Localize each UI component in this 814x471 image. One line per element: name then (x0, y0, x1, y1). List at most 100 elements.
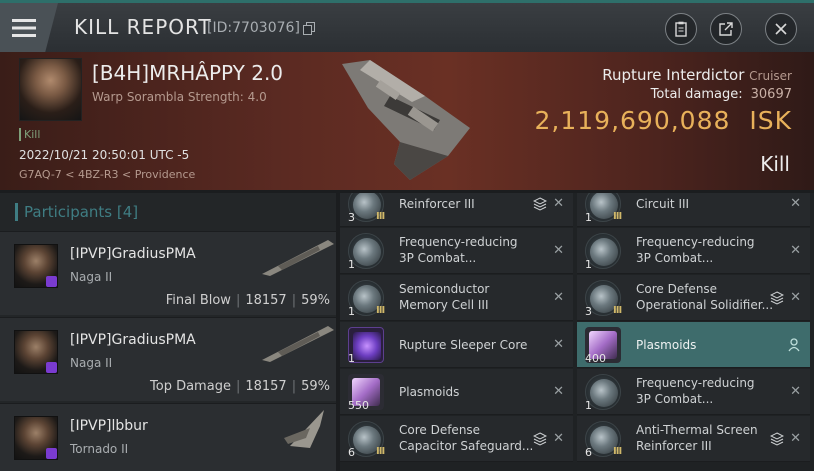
copy-icon[interactable] (303, 22, 315, 35)
remove-icon[interactable]: ✕ (790, 431, 801, 446)
participant-name: [IPVP]lbbur (70, 418, 148, 434)
clipboard-button[interactable] (665, 13, 697, 45)
victim-ship[interactable]: Rupture Interdictor Cruiser (602, 66, 792, 84)
kill-datetime: 2022/10/21 20:50:01 UTC -5 (19, 148, 190, 162)
remove-icon[interactable]: ✕ (553, 431, 564, 446)
isk-unit: ISK (749, 106, 792, 135)
participant-stats: Top Damage | 18157 | 59% (150, 379, 330, 394)
item-name: Semiconductor Memory Cell III (399, 282, 490, 312)
item-name: Core Defense Capacitor Safeguard... (399, 423, 534, 453)
item-meta-level: III (376, 446, 385, 457)
participant-percent: 59% (301, 293, 330, 308)
item-row[interactable]: 1 III Circuit III ✕ (577, 193, 810, 227)
item-name: Frequency-reducing 3P Combat... (636, 235, 755, 265)
item-name: Circuit III (636, 197, 690, 211)
page-title: KILL REPORT (74, 15, 212, 39)
item-name: Anti-Thermal Screen Reinforcer III (636, 423, 758, 453)
stack-icon (770, 291, 784, 305)
ship-image (342, 60, 470, 180)
item-quantity: 1 (348, 305, 355, 318)
item-row[interactable]: 6 III Core Defense Capacitor Safeguard...… (340, 416, 573, 462)
victim-ship-class: Cruiser (749, 69, 792, 83)
participant-damage: 18157 (245, 293, 287, 308)
participant-percent: 59% (301, 379, 330, 394)
item-quantity: 6 (348, 446, 355, 459)
participant-ship-image (284, 410, 324, 448)
item-name: Frequency-reducing 3P Combat... (399, 235, 518, 265)
participant-name: [IPVP]GradiusPMA (70, 332, 196, 348)
item-quantity: 3 (585, 305, 592, 318)
item-quantity: 1 (585, 258, 592, 271)
participant-row[interactable]: [IPVP]GradiusPMA Naga II Final Blow | 1815… (0, 231, 336, 315)
participant-stats: Final Blow | 18157 | 59% (165, 293, 330, 308)
victim-banner: [B4H]MRHÂPPY 2.0 Warp Sorambla Strength:… (0, 52, 814, 190)
participant-ship: Naga II (70, 356, 113, 370)
total-damage-value: 30697 (750, 87, 792, 102)
item-quantity: 1 (585, 399, 592, 412)
alliance-badge-icon (46, 276, 57, 287)
victim-pilot-name[interactable]: [B4H]MRHÂPPY 2.0 (92, 61, 283, 85)
remove-icon[interactable]: ✕ (790, 290, 801, 305)
remove-icon[interactable]: ✕ (553, 290, 564, 305)
share-icon (719, 22, 733, 36)
item-quantity: 6 (585, 446, 592, 459)
remove-icon[interactable]: ✕ (790, 384, 801, 399)
item-meta-level: III (613, 211, 622, 222)
stack-icon (533, 197, 547, 211)
remove-icon[interactable]: ✕ (553, 337, 564, 352)
item-row[interactable]: 3 III Reinforcer III ✕ (340, 193, 573, 227)
participant-ship: Naga II (70, 270, 113, 284)
item-name: Plasmoids (399, 385, 460, 399)
warp-scramble-strength: Warp Sorambla Strength: 4.0 (92, 90, 267, 104)
close-button[interactable] (765, 13, 797, 45)
remove-icon[interactable]: ✕ (790, 243, 801, 258)
participants-header[interactable]: Participants [4] (15, 203, 138, 221)
item-row[interactable]: 1 Frequency-reducing 3P Combat... ✕ (577, 369, 810, 415)
alliance-badge-icon (46, 448, 57, 459)
share-button[interactable] (710, 13, 742, 45)
item-row[interactable]: 1 Frequency-reducing 3P Combat... ✕ (340, 228, 573, 274)
participant-role: Final Blow (165, 293, 231, 308)
kill-location[interactable]: G7AQ-7 < 4BZ-R3 < Providence (19, 168, 195, 181)
remove-icon[interactable]: ✕ (553, 384, 564, 399)
remove-icon[interactable]: ✕ (790, 196, 801, 211)
isk-amount: 2,119,690,088 (534, 106, 731, 135)
item-row[interactable]: 1 Frequency-reducing 3P Combat... ✕ (577, 228, 810, 274)
hamburger-icon (12, 18, 36, 37)
item-meta-level: III (613, 446, 622, 457)
participant-row[interactable]: [IPVP]GradiusPMA Naga II Top Damage | 1815… (0, 317, 336, 401)
item-row[interactable]: 550 Plasmoids ✕ (340, 369, 573, 415)
item-name: Plasmoids (636, 338, 697, 352)
item-row[interactable]: 3 III Core Defense Operational Solidifier… (577, 275, 810, 321)
close-icon (775, 23, 787, 35)
victim-ship-name: Rupture Interdictor (602, 66, 745, 84)
participant-row[interactable]: [IPVP]lbbur Tornado II (0, 403, 336, 471)
item-row[interactable]: 1 III Semiconductor Memory Cell III ✕ (340, 275, 573, 321)
item-meta-level: III (376, 211, 385, 222)
item-name: Rupture Sleeper Core (399, 338, 528, 352)
item-meta-level: III (376, 305, 385, 316)
item-name: Core Defense Operational Solidifier... (636, 282, 774, 312)
person-icon[interactable] (788, 338, 800, 352)
item-quantity: 550 (348, 399, 369, 412)
item-quantity: 400 (585, 352, 606, 365)
item-row[interactable]: 6 III Anti-Thermal Screen Reinforcer III … (577, 416, 810, 462)
result-label: Kill (760, 152, 790, 176)
item-name: Reinforcer III (399, 197, 475, 211)
item-row-selected[interactable]: 400 Plasmoids (577, 322, 810, 368)
items-grid: 3 III Reinforcer III ✕ 1 Frequency-reduc… (340, 193, 814, 471)
victim-avatar[interactable] (19, 58, 82, 121)
item-row[interactable]: 1 Rupture Sleeper Core ✕ (340, 322, 573, 368)
menu-button[interactable] (0, 3, 58, 52)
item-quantity: 1 (585, 211, 592, 224)
kill-id: [ID:7703076] (207, 20, 300, 36)
participants-panel: Participants [4] [IPVP]GradiusPMA Naga I… (0, 193, 336, 471)
item-quantity: 1 (348, 258, 355, 271)
clipboard-icon (675, 21, 687, 37)
header-bar: KILL REPORT [ID:7703076] (0, 0, 814, 52)
item-quantity: 3 (348, 211, 355, 224)
remove-icon[interactable]: ✕ (553, 243, 564, 258)
item-quantity: 1 (348, 352, 355, 365)
alliance-badge-icon (46, 362, 57, 373)
remove-icon[interactable]: ✕ (553, 196, 564, 211)
